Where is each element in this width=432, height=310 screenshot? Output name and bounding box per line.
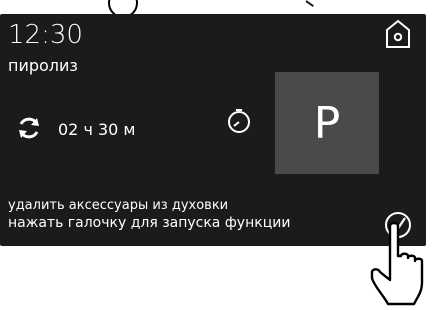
hint-line-1: удалить аксессуары из духовки	[8, 198, 229, 213]
clock-time: 12:30	[8, 20, 83, 50]
cycle-icon	[19, 117, 39, 139]
oven-display: 12:30 пиролиз 02 ч 30 м P удалить аксесс…	[0, 14, 426, 246]
pointing-hand-icon	[370, 221, 424, 306]
stopwatch-icon[interactable]	[226, 108, 252, 134]
program-button[interactable]: P	[275, 72, 379, 174]
top-decorative-line	[305, 0, 314, 7]
hint-line-2: нажать галочку для запуска функции	[8, 215, 291, 231]
duration-value: 02 ч 30 м	[58, 120, 136, 139]
mode-label: пиролиз	[8, 56, 78, 75]
home-icon[interactable]	[383, 18, 413, 50]
